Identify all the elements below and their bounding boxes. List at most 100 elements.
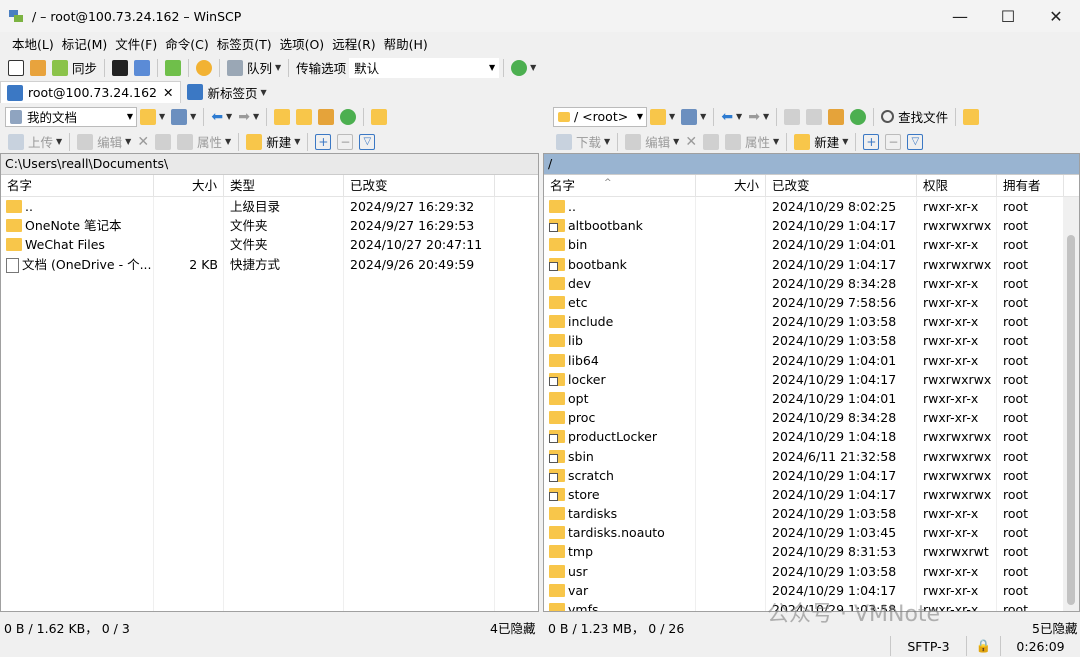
right-properties-button[interactable]: 属性 ▼ bbox=[722, 131, 782, 153]
left-forward-button[interactable]: ➡ ▼ bbox=[235, 106, 262, 128]
menu-tabs[interactable]: 标签页(T) bbox=[213, 34, 276, 53]
compare-dirs-button[interactable] bbox=[5, 57, 27, 79]
remote-hidden-count[interactable]: 5已隐藏 bbox=[1032, 618, 1077, 637]
refresh-session-button[interactable] bbox=[162, 57, 184, 79]
putty-button[interactable] bbox=[131, 57, 153, 79]
right-unselect-button[interactable]: − bbox=[882, 131, 904, 153]
right-refresh-button[interactable] bbox=[847, 106, 869, 128]
left-edit-button[interactable]: 编辑 ▼ bbox=[74, 131, 134, 153]
table-row[interactable]: dev 2024/10/29 8:34:28 rwxr-xr-x root bbox=[544, 274, 1079, 293]
right-home-button[interactable] bbox=[825, 106, 847, 128]
menu-options[interactable]: 选项(O) bbox=[276, 34, 329, 53]
menu-local[interactable]: 本地(L) bbox=[8, 34, 58, 53]
menu-files[interactable]: 文件(F) bbox=[111, 34, 161, 53]
transfer-preset-select[interactable]: 默认 ▼ bbox=[349, 57, 500, 78]
right-tree-button[interactable] bbox=[960, 106, 982, 128]
left-root-dir-button[interactable] bbox=[293, 106, 315, 128]
right-back-button[interactable]: ⬅ ▼ bbox=[718, 106, 745, 128]
sync-browse-button[interactable] bbox=[27, 57, 49, 79]
terminal-button[interactable] bbox=[109, 57, 131, 79]
left-home-button[interactable] bbox=[315, 106, 337, 128]
column-size[interactable]: 大小 bbox=[154, 175, 224, 196]
table-row[interactable]: WeChat Files 文件夹 2024/10/27 20:47:11 bbox=[1, 235, 538, 254]
scrollbar-thumb[interactable] bbox=[1067, 235, 1075, 605]
upload-button[interactable]: 上传 ▼ bbox=[5, 131, 65, 153]
table-row[interactable]: productLocker 2024/10/29 1:04:18 rwxrwxrwx… bbox=[544, 427, 1079, 446]
table-row[interactable]: .. 上级目录 2024/9/27 16:29:32 bbox=[1, 197, 538, 216]
left-select-all-button[interactable]: + bbox=[312, 131, 334, 153]
tab-session[interactable]: root@100.73.24.162 ✕ bbox=[0, 81, 181, 103]
table-row[interactable]: scratch 2024/10/29 1:04:17 rwxrwxrwx root bbox=[544, 466, 1079, 485]
column-owner[interactable]: 拥有者 bbox=[997, 175, 1064, 196]
table-row[interactable]: sbin 2024/6/11 21:32:58 rwxrwxrwx root bbox=[544, 446, 1079, 465]
column-type[interactable]: 类型 bbox=[224, 175, 344, 196]
right-delete-button[interactable]: ✕ bbox=[682, 131, 700, 153]
right-location-select[interactable]: / <root> ▼ bbox=[553, 106, 647, 127]
table-row[interactable]: lib64 2024/10/29 1:04:01 rwxr-xr-x root bbox=[544, 351, 1079, 370]
table-row[interactable]: usr 2024/10/29 1:03:58 rwxr-xr-x root bbox=[544, 562, 1079, 581]
menu-help[interactable]: 帮助(H) bbox=[380, 34, 432, 53]
left-rename-button[interactable] bbox=[152, 131, 174, 153]
table-row[interactable]: bootbank 2024/10/29 1:04:17 rwxrwxrwx root bbox=[544, 255, 1079, 274]
table-row[interactable]: 文档 (OneDrive - 个... 2 KB 快捷方式 2024/9/26 20:… bbox=[1, 255, 538, 274]
column-name[interactable]: 名字 bbox=[1, 175, 154, 196]
remote-scrollbar[interactable] bbox=[1063, 197, 1079, 611]
left-unselect-button[interactable]: − bbox=[334, 131, 356, 153]
table-row[interactable]: altbootbank 2024/10/29 1:04:17 rwxrwxrwx ro… bbox=[544, 216, 1079, 235]
column-changed[interactable]: 已改变 bbox=[766, 175, 917, 196]
local-hidden-count[interactable]: 4已隐藏 bbox=[490, 618, 535, 637]
table-row[interactable]: OneNote 笔记本 文件夹 2024/9/27 16:29:53 bbox=[1, 216, 538, 235]
sync-button[interactable]: 同步 bbox=[49, 57, 100, 79]
download-button[interactable]: 下载 ▼ bbox=[553, 131, 613, 153]
left-tree-button[interactable] bbox=[368, 106, 390, 128]
right-forward-button[interactable]: ➡ ▼ bbox=[745, 106, 772, 128]
column-changed[interactable]: 已改变 bbox=[344, 175, 495, 196]
preferences-button[interactable] bbox=[193, 57, 215, 79]
queue-button[interactable]: 队列 ▼ bbox=[224, 57, 284, 79]
table-row[interactable]: tardisks.noauto 2024/10/29 1:03:45 rwxr-xr… bbox=[544, 523, 1079, 542]
close-tab-icon[interactable]: ✕ bbox=[163, 85, 173, 100]
table-row[interactable]: .. 2024/10/29 8:02:25 rwxr-xr-x root bbox=[544, 197, 1079, 216]
column-name[interactable]: 名字 ^ bbox=[544, 175, 696, 196]
table-row[interactable]: include 2024/10/29 1:03:58 rwxr-xr-x root bbox=[544, 312, 1079, 331]
left-open-folder-button[interactable]: ▼ bbox=[137, 106, 168, 128]
table-row[interactable]: store 2024/10/29 1:04:17 rwxrwxrwx root bbox=[544, 485, 1079, 504]
right-parent-dir-button[interactable] bbox=[781, 106, 803, 128]
table-row[interactable]: locker 2024/10/29 1:04:17 rwxrwxrwx root bbox=[544, 370, 1079, 389]
left-filter-select-button[interactable]: ▽ bbox=[356, 131, 378, 153]
right-filter-button[interactable]: ▼ bbox=[678, 106, 709, 128]
table-row[interactable]: proc 2024/10/29 8:34:28 rwxr-xr-x root bbox=[544, 408, 1079, 427]
right-filter-select-button[interactable]: ▽ bbox=[904, 131, 926, 153]
right-root-dir-button[interactable] bbox=[803, 106, 825, 128]
left-delete-button[interactable]: ✕ bbox=[134, 131, 152, 153]
table-row[interactable]: lib 2024/10/29 1:03:58 rwxr-xr-x root bbox=[544, 331, 1079, 350]
left-parent-dir-button[interactable] bbox=[271, 106, 293, 128]
table-row[interactable]: etc 2024/10/29 7:58:56 rwxr-xr-x root bbox=[544, 293, 1079, 312]
left-properties-button[interactable]: 属性 ▼ bbox=[174, 131, 234, 153]
left-refresh-button[interactable] bbox=[337, 106, 359, 128]
table-row[interactable]: tardisks 2024/10/29 1:03:58 rwxr-xr-x root bbox=[544, 504, 1079, 523]
right-open-folder-button[interactable]: ▼ bbox=[647, 106, 678, 128]
left-new-button[interactable]: 新建 ▼ bbox=[243, 131, 303, 153]
right-select-all-button[interactable]: + bbox=[860, 131, 882, 153]
menu-mark[interactable]: 标记(M) bbox=[58, 34, 112, 53]
table-row[interactable]: bin 2024/10/29 1:04:01 rwxr-xr-x root bbox=[544, 235, 1079, 254]
tab-new[interactable]: 新标签页 ▼ bbox=[181, 81, 273, 103]
left-filter-button[interactable]: ▼ bbox=[168, 106, 199, 128]
left-back-button[interactable]: ⬅ ▼ bbox=[208, 106, 235, 128]
maximize-button[interactable]: ☐ bbox=[984, 0, 1032, 32]
global-options-button[interactable]: ▼ bbox=[508, 57, 539, 79]
lock-icon[interactable]: 🔒 bbox=[966, 636, 1000, 656]
menu-remote[interactable]: 远程(R) bbox=[328, 34, 379, 53]
minimize-button[interactable]: — bbox=[936, 0, 984, 32]
column-size[interactable]: 大小 bbox=[696, 175, 766, 196]
table-row[interactable]: opt 2024/10/29 1:04:01 rwxr-xr-x root bbox=[544, 389, 1079, 408]
menu-commands[interactable]: 命令(C) bbox=[161, 34, 212, 53]
right-new-button[interactable]: 新建 ▼ bbox=[791, 131, 851, 153]
find-files-button[interactable]: 查找文件 bbox=[878, 106, 951, 128]
right-edit-button[interactable]: 编辑 ▼ bbox=[622, 131, 682, 153]
column-rights[interactable]: 权限 bbox=[917, 175, 997, 196]
close-button[interactable]: ✕ bbox=[1032, 0, 1080, 32]
table-row[interactable]: tmp 2024/10/29 8:31:53 rwxrwxrwt root bbox=[544, 542, 1079, 561]
left-location-select[interactable]: 我的文档 ▼ bbox=[5, 106, 137, 127]
